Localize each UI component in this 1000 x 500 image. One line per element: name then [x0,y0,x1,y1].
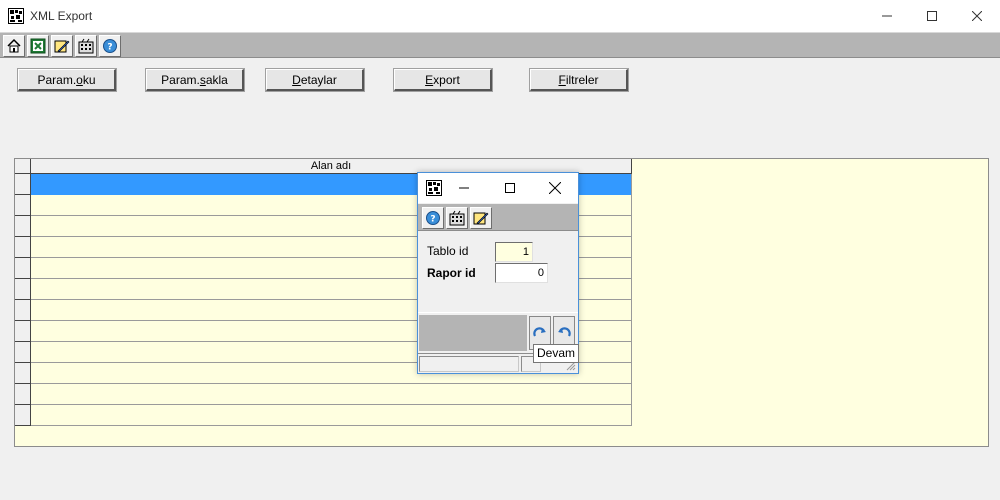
help-icon: ? [103,39,117,53]
home-button[interactable] [3,35,25,57]
home-icon [7,38,21,53]
row-indicator[interactable] [15,363,31,384]
svg-text:?: ? [107,43,112,53]
dialog-nav-spacer [419,315,527,351]
param-sakla-button[interactable]: Param.sakla [145,68,245,92]
row-indicator[interactable] [15,258,31,279]
table-row[interactable] [15,405,632,426]
calculator-icon [78,38,94,54]
dialog-maximize-button[interactable] [490,173,530,203]
row-indicator[interactable] [15,216,31,237]
grid-corner[interactable] [15,159,31,174]
main-toolbar: ? [0,32,1000,58]
tablo-id-label: Tablo id [427,244,469,258]
row-indicator[interactable] [15,342,31,363]
window-title: XML Export [30,9,93,23]
row-indicator[interactable] [15,300,31,321]
tablo-id-field[interactable]: 1 [495,242,533,262]
row-indicator[interactable] [15,321,31,342]
rapor-id-field[interactable]: 0 [495,263,548,283]
excel-button[interactable] [27,35,49,57]
export-button[interactable]: Export [393,68,493,92]
row-indicator[interactable] [15,237,31,258]
minimize-icon [882,15,892,17]
dialog-minimize-button[interactable] [444,173,484,203]
table-cell[interactable] [31,384,632,405]
help-button[interactable]: ? [99,35,121,57]
dialog-help-button[interactable]: ? [422,207,444,229]
calculator-icon [449,210,465,226]
svg-text:?: ? [430,215,435,225]
minimize-button[interactable] [864,0,910,32]
app-grid-icon [8,8,24,24]
row-indicator[interactable] [15,279,31,300]
status-segment [419,356,519,372]
param-oku-button[interactable]: Param.oku [17,68,117,92]
edit-icon [473,212,489,225]
maximize-icon [927,11,937,21]
dialog-edit-button[interactable] [470,207,492,229]
minimize-icon [459,187,469,189]
detaylar-button[interactable]: Detaylar [265,68,365,92]
edit-button[interactable] [51,35,73,57]
filtreler-button[interactable]: Filtreler [529,68,629,92]
close-icon [549,182,561,194]
table-cell[interactable] [31,405,632,426]
row-indicator[interactable] [15,195,31,216]
calculator-button[interactable] [75,35,97,57]
row-indicator[interactable] [15,174,31,195]
edit-icon [54,40,70,53]
close-icon [972,11,982,21]
row-indicator[interactable] [15,384,31,405]
rapor-id-label: Rapor id [427,266,476,280]
app-grid-icon [426,180,442,199]
undo-icon [558,327,571,337]
close-button[interactable] [954,0,1000,32]
dialog-toolbar: ? [418,204,578,231]
help-icon: ? [426,211,440,225]
maximize-icon [505,183,515,193]
excel-icon [30,38,46,54]
maximize-button[interactable] [909,0,955,32]
row-indicator[interactable] [15,405,31,426]
dialog-title-bar [418,173,578,203]
redo-icon [533,327,546,337]
devam-tooltip: Devam [533,344,580,363]
dialog-close-button[interactable] [535,173,575,203]
table-row[interactable] [15,384,632,405]
dialog-calculator-button[interactable] [446,207,468,229]
title-bar: XML Export [0,0,1000,32]
